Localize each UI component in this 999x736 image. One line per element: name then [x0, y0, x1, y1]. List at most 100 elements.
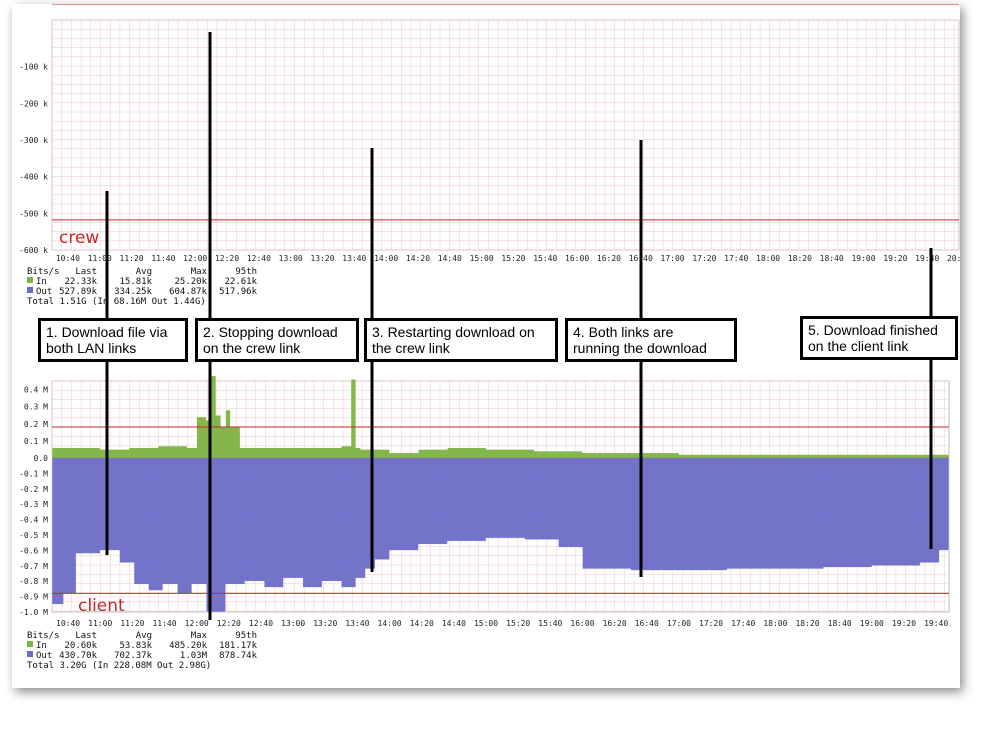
- chart-1-x-tick: 14:00: [374, 254, 398, 263]
- chart-2-stats-header: Max: [191, 631, 208, 641]
- chart-2-stat-value: 878.74k: [219, 651, 258, 661]
- chart-2-stat-value: 702.37k: [114, 651, 153, 661]
- chart-2-x-tick: 12:40: [249, 619, 273, 628]
- chart-2-y-tick: -0.7 M: [19, 562, 48, 571]
- chart-2-x-tick: 19:20: [892, 619, 916, 628]
- annotation-4: 4. Both links are running the download: [565, 318, 737, 362]
- chart-2-legend-swatch-in: [27, 641, 33, 647]
- chart-2-x-tick: 16:20: [603, 619, 627, 628]
- chart-1-x-tick: 17:40: [724, 254, 748, 263]
- chart-2-y-tick: -0.5 M: [19, 531, 48, 540]
- chart-1-legend-in: In: [36, 277, 47, 287]
- chart-2-x-tick: 11:20: [120, 619, 144, 628]
- chart-1-x-tick: 14:40: [438, 254, 462, 263]
- chart-2-x-tick: 14:20: [410, 619, 434, 628]
- chart-1-stats-header: Last: [75, 267, 97, 277]
- chart-2-stats-header: Avg: [136, 631, 152, 641]
- chart-1-x-tick: 18:40: [820, 254, 844, 263]
- chart-1-x-tick: 15:00: [470, 254, 494, 263]
- chart-1-stat-value: 527.89k: [59, 287, 98, 297]
- chart-1-x-tick: 16:20: [597, 254, 621, 263]
- chart-1-stat-value: 334.25k: [114, 287, 153, 297]
- annotation-2: 2. Stopping download on the crew link: [195, 318, 359, 362]
- chart-1-x-tick: 12:20: [215, 254, 239, 263]
- chart-1-x-tick: 15:40: [533, 254, 557, 263]
- chart-2-stat-value: 485.20k: [169, 641, 208, 651]
- chart-2-x-tick: 13:40: [345, 619, 369, 628]
- chart-1-y-tick: -400 k: [19, 173, 48, 182]
- chart-1-stats-header: Avg: [136, 267, 152, 277]
- chart-2-y-tick: -0.2 M: [19, 485, 48, 494]
- chart-2-x-tick: 14:00: [378, 619, 402, 628]
- graph-paper: 0 -100 k -200 k -300 k -400 k -500 k -600 k 10:…: [12, 4, 960, 688]
- chart-2-x-tick: 14:40: [442, 619, 466, 628]
- chart-2-x-tick: 18:40: [828, 619, 852, 628]
- chart-2-stat-value: 430.70k: [59, 651, 98, 661]
- chart-2-total: Total 3.20G (In 228.08M Out 2.98G): [27, 661, 211, 671]
- chart-2-x-tick: 11:00: [88, 619, 112, 628]
- chart-2-stat-value: 53.83k: [119, 641, 152, 651]
- chart-2-x-tick: 17:00: [667, 619, 691, 628]
- chart-2-y-tick: 0.2 M: [24, 420, 48, 429]
- chart-1-stats-header: Max: [191, 267, 208, 277]
- chart-1-x-tick: 10:40: [56, 254, 80, 263]
- chart-2-x-tick: 11:40: [152, 619, 176, 628]
- chart-1-stat-value: 22.61k: [224, 277, 257, 287]
- chart-2-x-tick: 19:40: [924, 619, 948, 628]
- annotation-3: 3. Restarting download on the crew link: [364, 318, 558, 362]
- chart-1-x-tick: 16:00: [565, 254, 589, 263]
- chart-1-x-tick: 13:20: [310, 254, 334, 263]
- chart-1-stats-header: 95th: [235, 267, 257, 277]
- chart-1-stat-value: 15.81k: [119, 277, 152, 287]
- chart-2-legend-in: In: [36, 641, 47, 651]
- chart-2-x-tick: 16:40: [635, 619, 659, 628]
- chart-2-y-tick: -1.0 M: [19, 608, 48, 617]
- chart-1-x-tick: 18:20: [788, 254, 812, 263]
- chart-2-x-tick: 15:00: [474, 619, 498, 628]
- chart-1-total: Total 1.51G (In 68.16M Out 1.44G): [27, 297, 206, 307]
- chart-1-y-tick: -200 k: [19, 99, 48, 108]
- chart-2-legend-out: Out: [36, 651, 52, 661]
- chart-2-x-tick: 15:20: [506, 619, 530, 628]
- chart-2-x-tick: 18:00: [763, 619, 787, 628]
- chart-1-x-tick: 19:20: [883, 254, 907, 263]
- chart-1-x-tick: 19:00: [851, 254, 875, 263]
- chart-2-y-tick: 0.4 M: [24, 386, 48, 395]
- chart-2-host-label: client: [78, 596, 125, 616]
- chart-1-x-tick: 13:00: [279, 254, 303, 263]
- chart-1-x-tick: 17:00: [661, 254, 685, 263]
- chart-1-y-tick: 0: [43, 4, 48, 6]
- chart-2-y-tick: -0.3 M: [19, 500, 48, 509]
- chart-2-x-tick: 10:40: [56, 619, 80, 628]
- annotation-1: 1. Download file via both LAN links: [38, 318, 188, 362]
- chart-2-y-tick: -0.8 M: [19, 577, 48, 586]
- chart-2-stat-value: 20.60k: [64, 641, 97, 651]
- chart-2-stats-header: Bits/s: [27, 631, 60, 641]
- chart-1-x-tick: 17:20: [692, 254, 716, 263]
- chart-2-y-tick: -0.6 M: [19, 546, 48, 555]
- chart-2-y-tick: -0.4 M: [19, 516, 48, 525]
- chart-1-x-tick: 19:40: [915, 254, 939, 263]
- chart-1-stats-header: Bits/s: [27, 267, 60, 277]
- chart-2-stats-header: 95th: [235, 631, 257, 641]
- chart-1-x-tick: 12:00: [183, 254, 207, 263]
- chart-1-y-tick: -500 k: [19, 209, 48, 218]
- chart-1-stat-value: 517.96k: [219, 287, 258, 297]
- chart-1-x-tick: 18:00: [756, 254, 780, 263]
- chart-2-x-tick: 17:20: [699, 619, 723, 628]
- chart-1-x-tick: 12:40: [247, 254, 271, 263]
- chart-1-stat-value: 604.87k: [169, 287, 208, 297]
- chart-2-x-tick: 19:00: [860, 619, 884, 628]
- chart-2-y-tick: -0.1 M: [19, 469, 48, 478]
- chart-1-stat-value: 25.20k: [174, 277, 207, 287]
- chart-1-y-tick: -600 k: [19, 246, 48, 255]
- chart-2-x-tick: 15:40: [538, 619, 562, 628]
- chart-1-y-tick: -300 k: [19, 136, 48, 145]
- chart-2-stat-value: 181.17k: [219, 641, 258, 651]
- chart-1-x-tick: 15:20: [501, 254, 525, 263]
- chart-2-y-tick: 0.3 M: [24, 403, 48, 412]
- chart-2-legend-swatch-out: [27, 651, 33, 657]
- chart-2-stat-value: 1.03M: [180, 651, 208, 661]
- chart-1-x-tick: 13:40: [342, 254, 366, 263]
- chart-1-legend-out: Out: [36, 287, 52, 297]
